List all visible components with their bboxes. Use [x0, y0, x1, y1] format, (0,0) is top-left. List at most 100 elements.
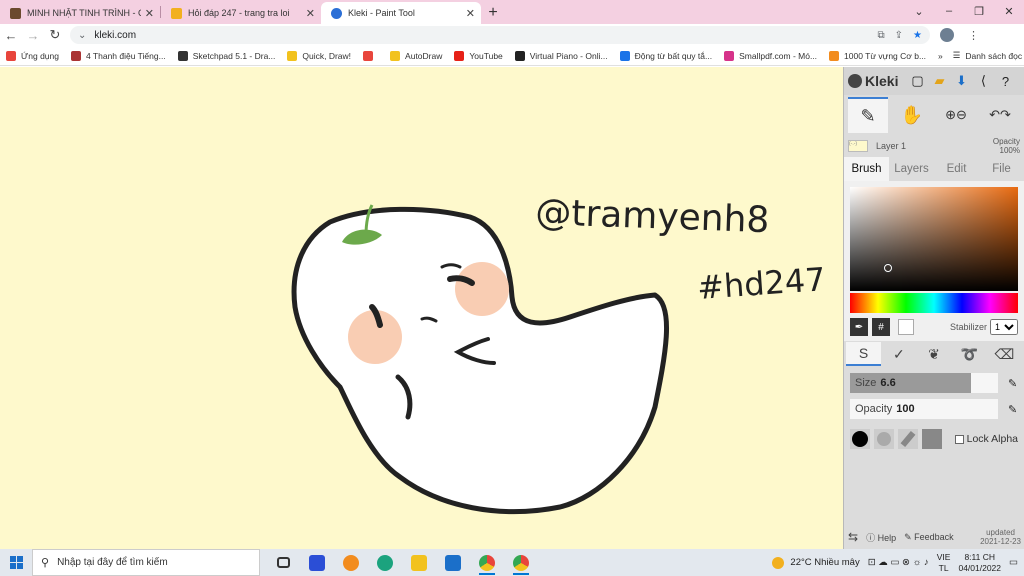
- clock[interactable]: 8:11 CH 04/01/2022: [958, 552, 1001, 574]
- bookmark-item[interactable]: Smallpdf.com - Mó...: [724, 50, 817, 61]
- kleki-logo[interactable]: Kleki: [848, 73, 898, 89]
- browser-tab-2[interactable]: Hỏi đáp 247 - trang tra loi ✕: [161, 2, 321, 24]
- tab-search-button[interactable]: ⌄: [904, 5, 934, 18]
- hand-tool-button[interactable]: ✋: [892, 97, 932, 133]
- size-slider[interactable]: Size 6.6: [850, 373, 998, 393]
- new-tab-button[interactable]: +: [481, 2, 505, 24]
- download-icon[interactable]: ⬇: [952, 72, 970, 90]
- kleki-brand-text: Kleki: [865, 73, 899, 89]
- swap-icon[interactable]: ⇆: [848, 530, 858, 544]
- bookmark-item[interactable]: 4 Thanh điệu Tiếng...: [70, 50, 166, 61]
- browser-menu-icon[interactable]: ⋮: [968, 29, 979, 42]
- help-link[interactable]: ⓘ Help: [866, 531, 896, 544]
- restore-button[interactable]: ❐: [964, 5, 994, 18]
- opacity-slider[interactable]: Opacity 100: [850, 399, 998, 419]
- bookmarks-overflow-button[interactable]: »: [938, 51, 943, 61]
- reading-list-button[interactable]: Danh sách đọc: [965, 51, 1022, 61]
- share-icon[interactable]: ⇪: [895, 30, 903, 41]
- brush-presets: Lock Alpha: [850, 429, 1018, 449]
- close-window-button[interactable]: ✕: [994, 5, 1024, 18]
- bookmark-item[interactable]: Sketchpad 5.1 - Dra...: [177, 50, 275, 61]
- input-language[interactable]: VIE TL: [937, 552, 951, 574]
- lock-alpha-toggle[interactable]: Lock Alpha: [954, 433, 1018, 445]
- tab-title: Hỏi đáp 247 - trang tra loi: [188, 8, 290, 18]
- tab-layers[interactable]: Layers: [889, 157, 934, 181]
- saturation-value-picker[interactable]: [850, 187, 1018, 291]
- eyedropper-icon[interactable]: ✒: [850, 318, 868, 336]
- site-info-icon[interactable]: ⌄: [78, 30, 86, 41]
- tab-file[interactable]: File: [979, 157, 1024, 181]
- opacity-pressure-icon[interactable]: ✎: [1008, 403, 1017, 416]
- brush-tool-button[interactable]: ✎: [848, 97, 888, 133]
- eraser-icon[interactable]: ⌫: [987, 342, 1022, 366]
- address-bar[interactable]: ⌄ kleki.com ⧉ ⇪ ★: [70, 26, 930, 44]
- notification-icon[interactable]: ▭: [1009, 557, 1018, 568]
- bookmark-item[interactable]: Virtual Piano - Onli...: [514, 50, 608, 61]
- browser-tab-3-active[interactable]: Kleki - Paint Tool ✕: [321, 2, 481, 24]
- back-icon[interactable]: ←: [0, 28, 22, 43]
- chrome-icon[interactable]: [472, 549, 502, 576]
- tab-brush[interactable]: Brush: [844, 157, 889, 181]
- bookmark-item[interactable]: AutoDraw: [390, 50, 442, 61]
- color-picker-cursor[interactable]: [884, 264, 892, 272]
- file-explorer-icon[interactable]: [404, 549, 434, 576]
- profile-avatar[interactable]: [940, 28, 954, 42]
- app-icon-1[interactable]: [302, 549, 332, 576]
- mail-icon[interactable]: [438, 549, 468, 576]
- edge-icon[interactable]: [370, 549, 400, 576]
- chrome-icon-2[interactable]: [506, 549, 536, 576]
- bookmark-item[interactable]: Ứng dụng: [6, 50, 59, 61]
- color-row: ✒ # Stabilizer 1: [850, 317, 1018, 337]
- reload-icon[interactable]: ↻: [44, 27, 66, 43]
- bookmark-item[interactable]: YouTube: [454, 50, 503, 61]
- size-pressure-icon[interactable]: ✎: [1008, 377, 1017, 390]
- drawing-canvas[interactable]: @tramyenh8 #hd247: [0, 67, 843, 549]
- start-button[interactable]: [0, 549, 32, 576]
- bookmark-item[interactable]: Quick, Draw!: [287, 50, 351, 61]
- weather-widget[interactable]: 22°C Nhiều mây: [772, 556, 860, 569]
- close-tab-icon[interactable]: ✕: [306, 7, 315, 20]
- close-tab-icon[interactable]: ✕: [145, 7, 154, 20]
- new-image-icon[interactable]: ▢: [908, 72, 926, 90]
- kleki-logo-icon: [848, 74, 862, 88]
- opacity-label: Opacity 100: [855, 403, 915, 415]
- bookmark-item[interactable]: Động từ bất quy tắ...: [619, 50, 712, 61]
- bookmark-favicon-icon: [454, 50, 465, 61]
- blend-brush-button[interactable]: ✓: [881, 342, 916, 366]
- translate-icon[interactable]: ⧉: [878, 30, 885, 41]
- help-icon[interactable]: ?: [996, 72, 1014, 90]
- close-tab-icon[interactable]: ✕: [466, 7, 475, 20]
- secondary-color-swatch[interactable]: [898, 319, 914, 335]
- tray-icons[interactable]: ⊡ ☁ ▭ ⊗ ☼ ♪: [868, 557, 929, 568]
- feedback-link[interactable]: ✎ Feedback: [904, 532, 954, 543]
- undo-redo-buttons[interactable]: ↶↷: [980, 97, 1020, 133]
- app-icon-2[interactable]: [336, 549, 366, 576]
- tab-edit[interactable]: Edit: [934, 157, 979, 181]
- hex-input-button[interactable]: #: [872, 318, 890, 336]
- bookmark-item[interactable]: 1000 Từ vựng Cơ b...: [829, 50, 926, 61]
- smudge-brush-button[interactable]: ➰: [952, 342, 987, 366]
- bookmark-label: Ứng dụng: [21, 50, 59, 61]
- lock-alpha-checkbox[interactable]: [954, 434, 964, 444]
- bookmark-item[interactable]: [363, 50, 378, 61]
- taskbar-search[interactable]: ⚲ Nhập tại đây để tìm kiếm: [32, 549, 260, 576]
- sketchy-brush-button[interactable]: ❦: [916, 342, 951, 366]
- preset-square[interactable]: [922, 429, 942, 449]
- forward-icon[interactable]: →: [22, 28, 44, 43]
- open-folder-icon[interactable]: ▰: [930, 72, 948, 90]
- pen-brush-button[interactable]: S: [846, 342, 882, 366]
- stabilizer-select[interactable]: 1: [990, 319, 1018, 335]
- bookmark-star-icon[interactable]: ★: [913, 30, 922, 41]
- preset-hard-round[interactable]: [850, 429, 870, 449]
- windows-logo-icon: [9, 556, 23, 569]
- browser-tab-1[interactable]: MINH NHẬT TINH TRÌNH - CHAR ✕: [0, 2, 160, 24]
- tab-title: MINH NHẬT TINH TRÌNH - CHAR: [27, 8, 141, 18]
- share-icon[interactable]: ⟨: [974, 72, 992, 90]
- preset-pen-tip[interactable]: [898, 429, 918, 449]
- task-view-icon[interactable]: [268, 549, 298, 576]
- minimize-button[interactable]: –: [934, 5, 964, 17]
- preset-soft-round[interactable]: [874, 429, 894, 449]
- layer-preview[interactable]: (-.-) Layer 1 Opacity 100%: [844, 135, 1024, 157]
- zoom-buttons[interactable]: ⊕⊖: [936, 97, 976, 133]
- hue-slider[interactable]: [850, 293, 1018, 313]
